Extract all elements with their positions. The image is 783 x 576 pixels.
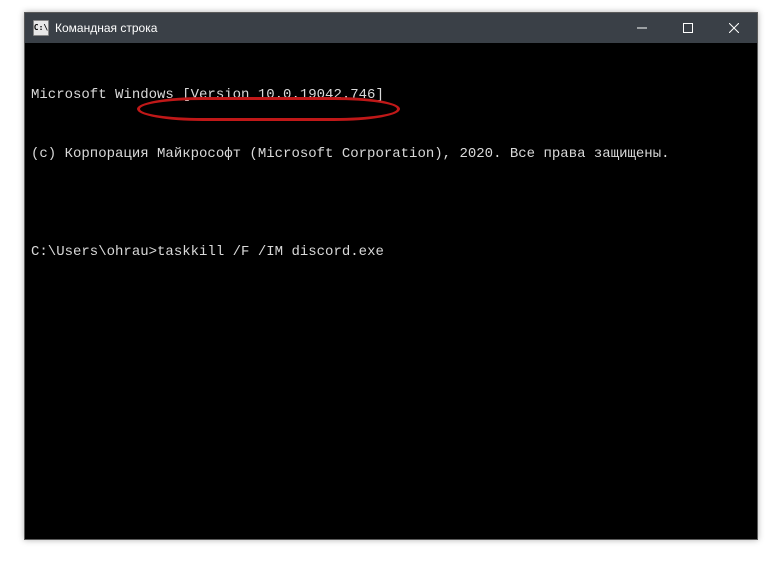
prompt-text: C:\Users\ohrau> <box>31 244 157 260</box>
app-icon: C:\ <box>33 20 49 36</box>
minimize-icon <box>637 23 647 33</box>
window-title: Командная строка <box>55 21 619 35</box>
command-text: taskkill /F /IM discord.exe <box>157 244 384 260</box>
close-icon <box>729 23 739 33</box>
window-controls <box>619 13 757 43</box>
console-area[interactable]: Microsoft Windows [Version 10.0.19042.74… <box>25 43 757 539</box>
maximize-icon <box>683 23 693 33</box>
console-output-line: Microsoft Windows [Version 10.0.19042.74… <box>31 86 751 106</box>
console-output-line: (c) Корпорация Майкрософт (Microsoft Cor… <box>31 145 751 165</box>
command-prompt-window: C:\ Командная строка Microsoft Windows [… <box>24 12 758 540</box>
titlebar[interactable]: C:\ Командная строка <box>25 13 757 43</box>
minimize-button[interactable] <box>619 13 665 43</box>
close-button[interactable] <box>711 13 757 43</box>
maximize-button[interactable] <box>665 13 711 43</box>
console-prompt-line: C:\Users\ohrau>taskkill /F /IM discord.e… <box>31 243 751 263</box>
